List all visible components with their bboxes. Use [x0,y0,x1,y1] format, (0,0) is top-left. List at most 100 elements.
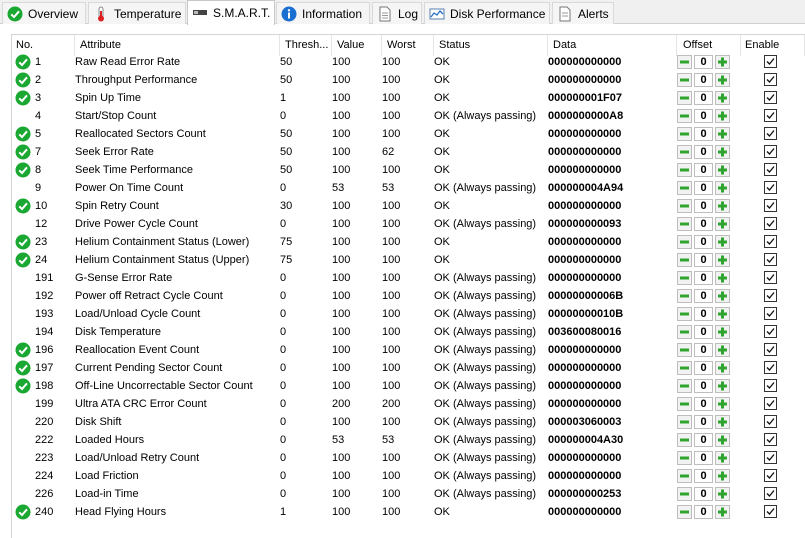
offset-increment-button[interactable] [715,217,730,231]
offset-increment-button[interactable] [715,433,730,447]
offset-increment-button[interactable] [715,415,730,429]
table-row[interactable]: 10 Spin Retry Count 30 100 100 OK 000000000000… [11,197,805,215]
offset-value-field[interactable]: 0 [694,397,713,411]
offset-value-field[interactable]: 0 [694,307,713,321]
offset-value-field[interactable]: 0 [694,91,713,105]
enable-checkbox[interactable] [764,325,777,338]
offset-increment-button[interactable] [715,361,730,375]
offset-value-field[interactable]: 0 [694,289,713,303]
offset-increment-button[interactable] [715,289,730,303]
offset-value-field[interactable]: 0 [694,271,713,285]
offset-increment-button[interactable] [715,271,730,285]
table-row[interactable]: 194 Disk Temperature 0 100 100 OK (Always pas… [11,323,805,341]
tab-log[interactable]: Log [372,2,422,24]
enable-checkbox[interactable] [764,289,777,302]
offset-value-field[interactable]: 0 [694,145,713,159]
table-row[interactable]: 3 Spin Up Time 1 100 100 OK 000000001F07 0 [11,89,805,107]
enable-checkbox[interactable] [764,343,777,356]
offset-decrement-button[interactable] [677,181,692,195]
enable-checkbox[interactable] [764,271,777,284]
tab-disk-performance[interactable]: Disk Performance [424,2,550,24]
offset-decrement-button[interactable] [677,451,692,465]
offset-decrement-button[interactable] [677,109,692,123]
table-row[interactable]: 8 Seek Time Performance 50 100 100 OK 00000000… [11,161,805,179]
offset-value-field[interactable]: 0 [694,505,713,519]
enable-checkbox[interactable] [764,397,777,410]
table-row[interactable]: 12 Drive Power Cycle Count 0 100 100 OK (Alwa… [11,215,805,233]
tab-temperature[interactable]: Temperature [88,2,186,24]
offset-decrement-button[interactable] [677,343,692,357]
offset-decrement-button[interactable] [677,127,692,141]
offset-decrement-button[interactable] [677,397,692,411]
table-row[interactable]: 191 G-Sense Error Rate 0 100 100 OK (Always p… [11,269,805,287]
table-row[interactable]: 197 Current Pending Sector Count 0 100 100 OK… [11,359,805,377]
offset-increment-button[interactable] [715,73,730,87]
table-row[interactable]: 9 Power On Time Count 0 53 53 OK (Always pass… [11,179,805,197]
offset-decrement-button[interactable] [677,415,692,429]
offset-decrement-button[interactable] [677,271,692,285]
table-row[interactable]: 193 Load/Unload Cycle Count 0 100 100 OK (Alw… [11,305,805,323]
offset-increment-button[interactable] [715,325,730,339]
enable-checkbox[interactable] [764,469,777,482]
offset-increment-button[interactable] [715,163,730,177]
offset-increment-button[interactable] [715,91,730,105]
offset-decrement-button[interactable] [677,307,692,321]
tab-information[interactable]: Information [276,2,370,24]
table-row[interactable]: 223 Load/Unload Retry Count 0 100 100 OK (Alw… [11,449,805,467]
offset-value-field[interactable]: 0 [694,487,713,501]
offset-value-field[interactable]: 0 [694,199,713,213]
enable-checkbox[interactable] [764,73,777,86]
offset-increment-button[interactable] [715,451,730,465]
table-row[interactable]: 4 Start/Stop Count 0 100 100 OK (Always passi… [11,107,805,125]
offset-value-field[interactable]: 0 [694,181,713,195]
offset-decrement-button[interactable] [677,361,692,375]
tab-overview[interactable]: Overview [2,2,86,24]
offset-decrement-button[interactable] [677,289,692,303]
table-row[interactable]: 23 Helium Containment Status (Lower) 75 100… [11,233,805,251]
offset-decrement-button[interactable] [677,433,692,447]
offset-decrement-button[interactable] [677,163,692,177]
offset-increment-button[interactable] [715,307,730,321]
offset-value-field[interactable]: 0 [694,433,713,447]
offset-value-field[interactable]: 0 [694,55,713,69]
offset-decrement-button[interactable] [677,91,692,105]
table-row[interactable]: 224 Load Friction 0 100 100 OK (Always passin… [11,467,805,485]
offset-decrement-button[interactable] [677,469,692,483]
offset-value-field[interactable]: 0 [694,109,713,123]
table-row[interactable]: 226 Load-in Time 0 100 100 OK (Always passing… [11,485,805,503]
offset-increment-button[interactable] [715,379,730,393]
offset-increment-button[interactable] [715,235,730,249]
offset-decrement-button[interactable] [677,325,692,339]
table-row[interactable]: 24 Helium Containment Status (Upper) 75 100… [11,251,805,269]
enable-checkbox[interactable] [764,145,777,158]
enable-checkbox[interactable] [764,235,777,248]
offset-value-field[interactable]: 0 [694,469,713,483]
offset-decrement-button[interactable] [677,487,692,501]
offset-value-field[interactable]: 0 [694,73,713,87]
enable-checkbox[interactable] [764,91,777,104]
enable-checkbox[interactable] [764,487,777,500]
offset-increment-button[interactable] [715,145,730,159]
enable-checkbox[interactable] [764,415,777,428]
table-row[interactable]: 199 Ultra ATA CRC Error Count 0 200 200 OK (A… [11,395,805,413]
table-row[interactable]: 222 Loaded Hours 0 53 53 OK (Always passing) 0… [11,431,805,449]
offset-value-field[interactable]: 0 [694,451,713,465]
offset-decrement-button[interactable] [677,379,692,393]
table-row[interactable]: 1 Raw Read Error Rate 50 100 100 OK 0000000000… [11,53,805,71]
enable-checkbox[interactable] [764,109,777,122]
offset-decrement-button[interactable] [677,217,692,231]
offset-increment-button[interactable] [715,109,730,123]
enable-checkbox[interactable] [764,163,777,176]
offset-value-field[interactable]: 0 [694,343,713,357]
table-row[interactable]: 240 Head Flying Hours 1 100 100 OK 00000000000… [11,503,805,521]
enable-checkbox[interactable] [764,505,777,518]
table-row[interactable]: 196 Reallocation Event Count 0 100 100 OK (Al… [11,341,805,359]
enable-checkbox[interactable] [764,361,777,374]
table-row[interactable]: 220 Disk Shift 0 100 100 OK (Always passing) 0… [11,413,805,431]
enable-checkbox[interactable] [764,127,777,140]
enable-checkbox[interactable] [764,379,777,392]
offset-increment-button[interactable] [715,127,730,141]
enable-checkbox[interactable] [764,253,777,266]
offset-decrement-button[interactable] [677,199,692,213]
offset-decrement-button[interactable] [677,73,692,87]
